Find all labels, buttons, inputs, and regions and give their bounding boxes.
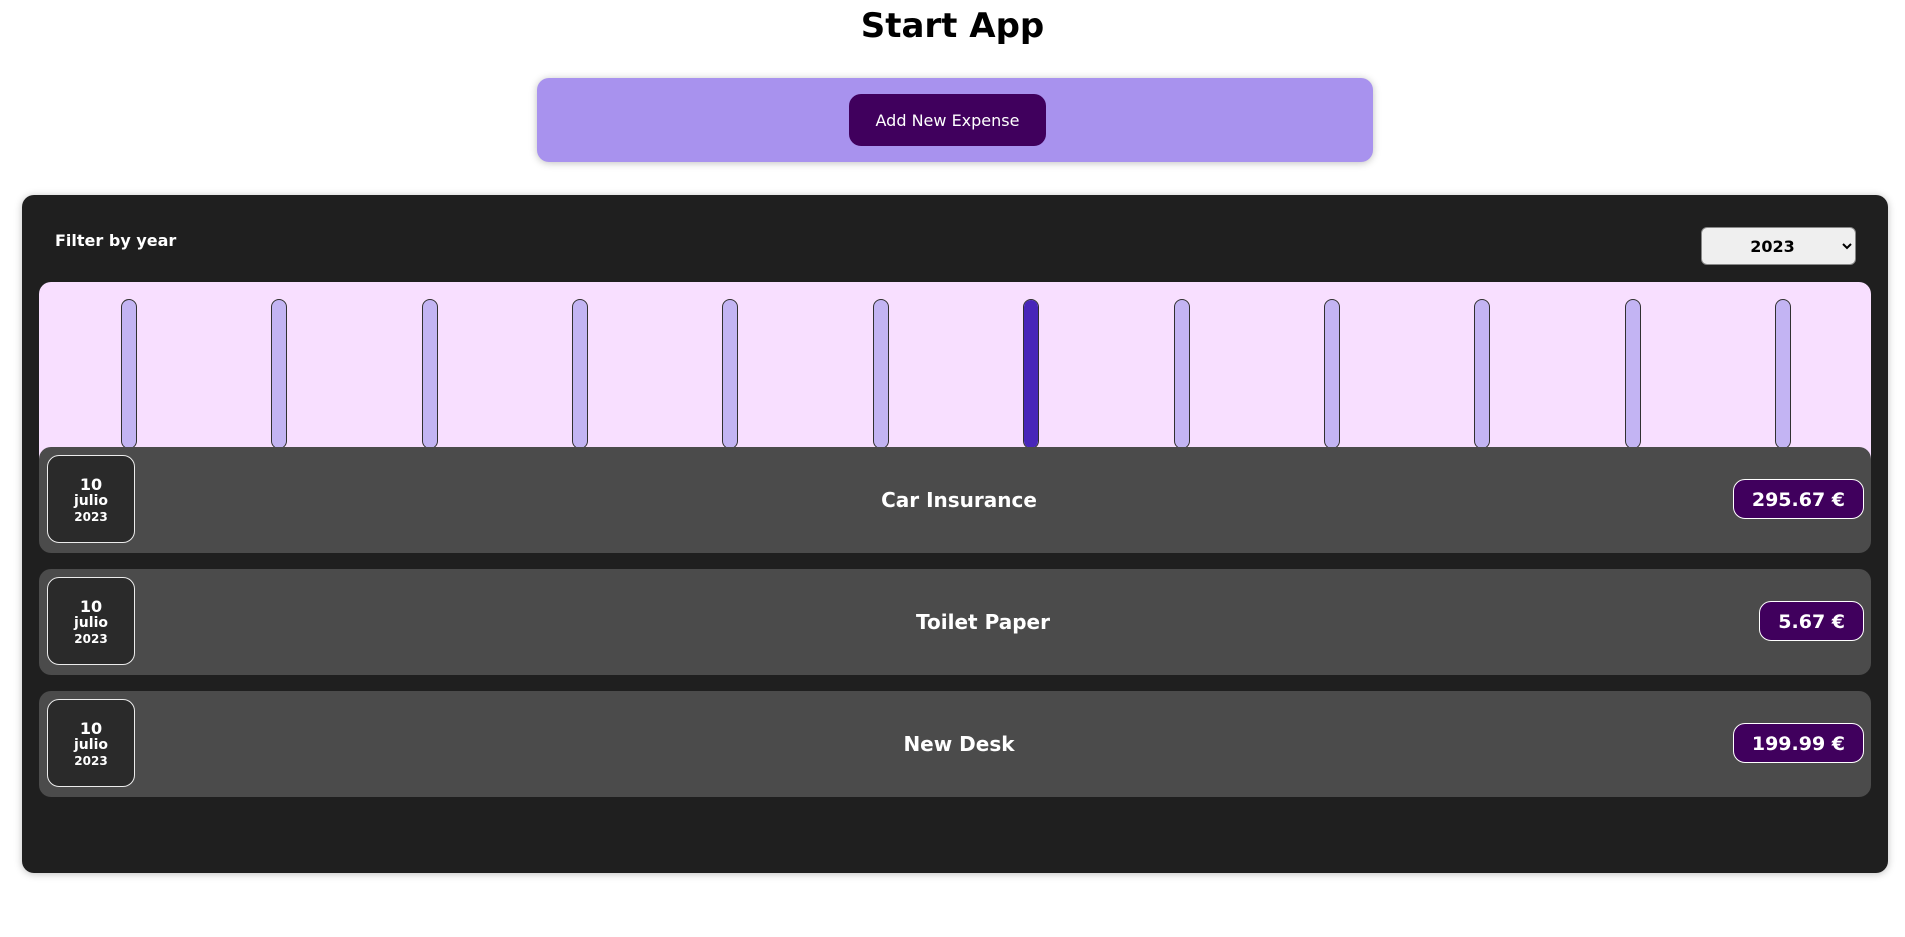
new-expense-panel: Add New Expense [537, 78, 1373, 162]
chart-bar-jan: Jan [121, 299, 137, 460]
chart-bar-track [422, 299, 438, 449]
chart-bar-track [572, 299, 588, 449]
expense-date-day: 10 [79, 597, 103, 616]
chart-bar-mar: Mar [421, 299, 439, 460]
chart-bar-jun: Jun [873, 299, 889, 460]
chart-bar-track [1023, 299, 1039, 449]
expense-amount: 295.67 € [1732, 479, 1864, 519]
expense-date-month: julio [74, 493, 108, 509]
filter-label: Filter by year [55, 231, 177, 250]
chart-bar-track [271, 299, 287, 449]
expense-date-day: 10 [79, 719, 103, 738]
expense-date-year: 2023 [74, 632, 108, 646]
chart-bar-feb: Feb [271, 299, 287, 460]
add-new-expense-button[interactable]: Add New Expense [849, 94, 1046, 146]
chart-bar-aug: Aug [1173, 299, 1191, 460]
chart-bar-jul: Jul [1023, 299, 1039, 460]
expense-item: 10 julio 2023 Car Insurance 295.67 € [39, 447, 1871, 553]
chart-bar-sep: Sep [1324, 299, 1340, 460]
expense-title: Car Insurance [881, 488, 1037, 512]
expense-date-year: 2023 [74, 510, 108, 524]
chart-bar-track [1474, 299, 1490, 449]
chart-bar-apr: Apr [572, 299, 588, 460]
chart-bar-track [873, 299, 889, 449]
expense-date: 10 julio 2023 [47, 455, 135, 543]
expense-date-year: 2023 [74, 754, 108, 768]
chart-bar-oct: Oct [1474, 299, 1490, 460]
expense-date-day: 10 [79, 475, 103, 494]
app-title: Start App [860, 6, 1045, 46]
chart-bar-nov: Nov [1624, 299, 1642, 460]
expense-title: New Desk [903, 732, 1015, 756]
expense-date: 10 julio 2023 [47, 577, 135, 665]
expense-amount: 5.67 € [1759, 601, 1864, 641]
chart-bar-track [1174, 299, 1190, 449]
expenses-card: Filter by year 2023 Jan Feb Mar Apr May Jun Ju… [22, 195, 1888, 873]
chart-bar-track [1324, 299, 1340, 449]
year-filter-select[interactable]: 2023 [1701, 227, 1856, 265]
chart-bar-track [1625, 299, 1641, 449]
expense-date: 10 julio 2023 [47, 699, 135, 787]
expense-amount: 199.99 € [1732, 723, 1864, 763]
expense-date-month: julio [74, 737, 108, 753]
chart-bar-track [1775, 299, 1791, 449]
expense-item: 10 julio 2023 New Desk 199.99 € [39, 691, 1871, 797]
expense-title: Toilet Paper [916, 610, 1050, 634]
expense-date-month: julio [74, 615, 108, 631]
chart-bar-may: May [721, 299, 739, 460]
chart-bar-track [121, 299, 137, 449]
chart-bar-track [722, 299, 738, 449]
chart-bar-dec: Dec [1775, 299, 1791, 460]
chart-bar-fill [1024, 300, 1038, 448]
expense-item: 10 julio 2023 Toilet Paper 5.67 € [39, 569, 1871, 675]
